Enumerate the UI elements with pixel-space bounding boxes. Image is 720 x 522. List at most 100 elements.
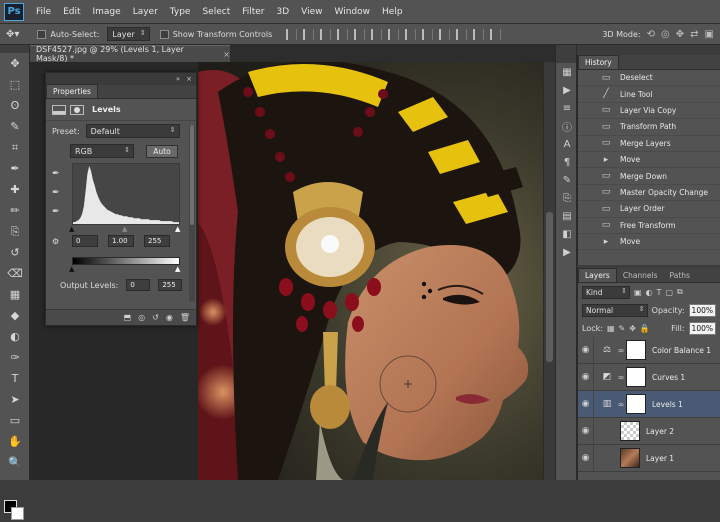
distribute-right-icon[interactable] xyxy=(473,28,485,40)
path-select-tool-icon[interactable]: ➤ xyxy=(0,389,30,410)
input-gamma-slider[interactable]: ▲ xyxy=(122,225,127,233)
layer-thumbnail[interactable] xyxy=(620,421,640,441)
menu-edit[interactable]: Edit xyxy=(57,7,86,17)
swatches-panel-icon[interactable]: ▤ xyxy=(556,207,578,225)
output-black-field[interactable]: 0 xyxy=(126,279,151,291)
lock-image-icon[interactable]: ✎ xyxy=(619,324,626,333)
distribute-top-icon[interactable] xyxy=(388,28,400,40)
tab-properties[interactable]: Properties xyxy=(46,84,98,98)
layer-row[interactable]: ◉ Layer 1 xyxy=(578,445,720,472)
visibility-icon[interactable]: ◉ xyxy=(166,313,173,322)
tab-channels[interactable]: Channels xyxy=(617,269,664,282)
tab-paths[interactable]: Paths xyxy=(664,269,696,282)
history-brush-tool-icon[interactable]: ↺ xyxy=(0,242,30,263)
layer-mask-thumbnail[interactable] xyxy=(626,394,646,414)
layer-row[interactable]: ◉ ▥ ∞ Levels 1 xyxy=(578,391,720,418)
3d-scale-icon[interactable]: ▣ xyxy=(705,29,714,40)
clip-to-layer-icon[interactable]: ⬒ xyxy=(124,313,132,322)
crop-tool-icon[interactable]: ⌗ xyxy=(0,137,30,158)
tab-history[interactable]: History xyxy=(578,55,619,69)
scrollbar-thumb[interactable] xyxy=(546,212,553,362)
properties-scrollbar[interactable] xyxy=(189,125,195,301)
hand-tool-icon[interactable]: ✋ xyxy=(0,431,30,452)
align-left-icon[interactable] xyxy=(337,28,349,40)
lasso-tool-icon[interactable]: ʘ xyxy=(0,95,30,116)
paragraph-panel-icon[interactable]: ¶ xyxy=(556,153,578,171)
layer-mask-icon[interactable] xyxy=(70,104,84,115)
auto-button[interactable]: Auto xyxy=(146,144,178,158)
filter-adjustment-icon[interactable]: ◐ xyxy=(646,288,653,297)
filter-smart-icon[interactable]: ⧉ xyxy=(677,287,683,297)
close-icon[interactable]: × xyxy=(223,50,230,59)
background-color-swatch[interactable] xyxy=(11,507,24,520)
layer-name[interactable]: Layer 2 xyxy=(646,427,674,436)
input-white-field[interactable]: 255 xyxy=(144,235,170,247)
menu-filter[interactable]: Filter xyxy=(236,7,270,17)
close-icon[interactable]: × xyxy=(186,75,192,83)
output-black-slider[interactable]: ▲ xyxy=(69,265,74,273)
link-icon[interactable]: ∞ xyxy=(616,400,626,409)
type-tool-icon[interactable]: T xyxy=(0,368,30,389)
quick-select-tool-icon[interactable]: ✎ xyxy=(0,116,30,137)
distribute-bottom-icon[interactable] xyxy=(422,28,434,40)
styles-panel-icon[interactable]: ◧ xyxy=(556,225,578,243)
output-white-slider[interactable]: ▲ xyxy=(175,265,180,273)
delete-icon[interactable]: 🗑 xyxy=(180,313,190,322)
reset-icon[interactable]: ↺ xyxy=(152,313,159,322)
menu-view[interactable]: View xyxy=(295,7,328,17)
character-panel-icon[interactable]: A xyxy=(556,135,578,153)
history-item[interactable]: ▭ Master Opacity Change xyxy=(578,185,720,202)
filter-shape-icon[interactable]: ▢ xyxy=(665,288,673,297)
brush-tool-icon[interactable]: ✏ xyxy=(0,200,30,221)
filter-type-icon[interactable]: T xyxy=(657,288,662,297)
layer-thumbnail[interactable] xyxy=(620,448,640,468)
history-item[interactable]: ▸ Move xyxy=(578,234,720,251)
distribute-hcenter-icon[interactable] xyxy=(456,28,468,40)
3d-roll-icon[interactable]: ◎ xyxy=(661,29,670,40)
eye-icon[interactable]: ◉ xyxy=(578,391,594,417)
properties-panel-icon[interactable]: ≡ xyxy=(556,99,578,117)
actions-panel-icon[interactable]: ▶ xyxy=(556,81,578,99)
channel-dropdown[interactable]: RGB xyxy=(70,144,134,158)
history-item[interactable]: ▭ Deselect xyxy=(578,70,720,87)
menu-layer[interactable]: Layer xyxy=(127,7,164,17)
eye-icon[interactable]: ◉ xyxy=(578,445,594,471)
document-canvas[interactable] xyxy=(198,62,543,480)
distribute-vcenter-icon[interactable] xyxy=(405,28,417,40)
layer-name[interactable]: Levels 1 xyxy=(652,400,683,409)
link-icon[interactable]: ∞ xyxy=(616,346,626,355)
history-item[interactable]: ╱ Line Tool xyxy=(578,86,720,103)
layer-row[interactable]: ◉ Layer 2 xyxy=(578,418,720,445)
zoom-tool-icon[interactable]: 🔍 xyxy=(0,452,30,473)
tab-layers[interactable]: Layers xyxy=(578,268,617,282)
history-item[interactable]: ▭ Layer Via Copy xyxy=(578,103,720,120)
dodge-tool-icon[interactable]: ◐ xyxy=(0,326,30,347)
menu-window[interactable]: Window xyxy=(329,7,377,17)
menu-type[interactable]: Type xyxy=(164,7,197,17)
move-tool-icon[interactable]: ✥ xyxy=(0,53,30,74)
blur-tool-icon[interactable]: ◆ xyxy=(0,305,30,326)
filter-kind-dropdown[interactable]: Kind xyxy=(582,285,630,299)
clone-source-panel-icon[interactable]: ⎘ xyxy=(556,189,578,207)
layer-name[interactable]: Layer 1 xyxy=(646,454,674,463)
input-black-field[interactable]: 0 xyxy=(72,235,98,247)
eye-icon[interactable]: ◉ xyxy=(578,364,594,390)
clone-tool-icon[interactable]: ⎘ xyxy=(0,221,30,242)
layer-row[interactable]: ◉ ⚖ ∞ Color Balance 1 xyxy=(578,337,720,364)
view-previous-icon[interactable]: ◎ xyxy=(138,313,145,322)
shape-tool-icon[interactable]: ▭ xyxy=(0,410,30,431)
play-action-icon[interactable]: ▶ xyxy=(556,243,578,261)
healing-tool-icon[interactable]: ✚ xyxy=(0,179,30,200)
align-vcenter-icon[interactable] xyxy=(303,28,315,40)
layer-name[interactable]: Curves 1 xyxy=(652,373,685,382)
auto-select-checkbox[interactable] xyxy=(37,29,47,39)
layer-mask-thumbnail[interactable] xyxy=(626,367,646,387)
lock-position-icon[interactable]: ✥ xyxy=(629,324,636,333)
distribute-left-icon[interactable] xyxy=(439,28,451,40)
collapse-icon[interactable]: » xyxy=(176,75,180,83)
brush-panel-icon[interactable]: ✎ xyxy=(556,171,578,189)
fill-input[interactable]: 100% xyxy=(688,321,716,335)
link-icon[interactable]: ∞ xyxy=(616,373,626,382)
opacity-input[interactable]: 100% xyxy=(688,303,716,317)
color-swatches[interactable] xyxy=(4,500,26,522)
